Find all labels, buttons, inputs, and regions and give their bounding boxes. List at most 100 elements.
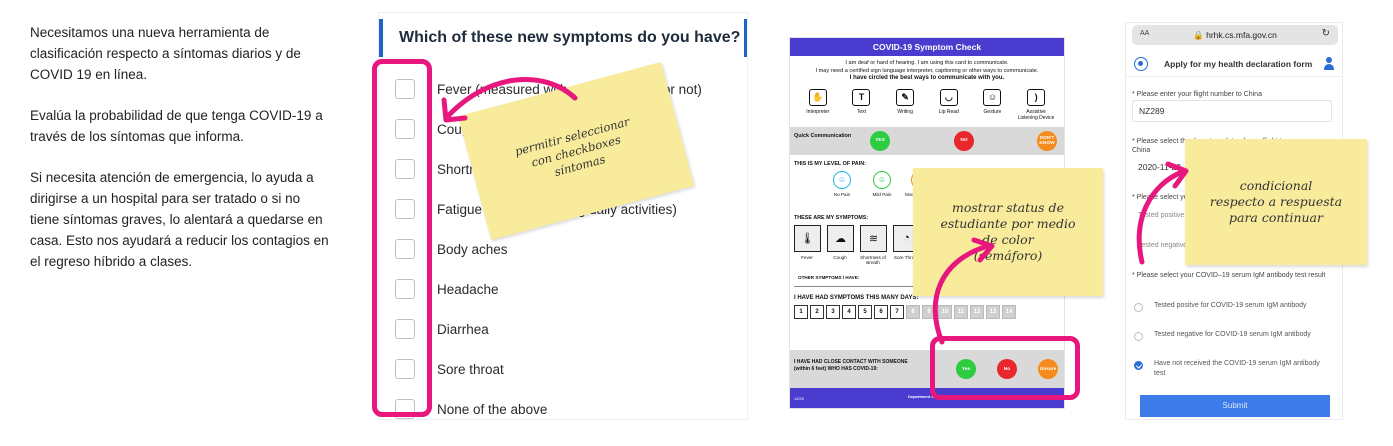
reload-icon[interactable]: ↻ [1322, 28, 1330, 39]
symptom-option-label: None of the above [437, 401, 548, 417]
comm-option-assistive-listening[interactable]: ) Assistive Listening Device [1017, 88, 1055, 121]
day-box[interactable]: 8 [906, 304, 920, 319]
card-intro-line: I may need a certified sign language int… [815, 67, 1039, 74]
checkbox-column-highlight [372, 59, 432, 417]
pain-level-label: Mild Pain [872, 191, 892, 197]
sticky-note-line: mostrar status de [952, 200, 1064, 215]
day-box[interactable]: 1 [794, 304, 808, 319]
card-intro: I am deaf or hard of hearing. I am using… [790, 60, 1064, 83]
title-accent-bar [744, 19, 747, 57]
day-box[interactable]: 3 [826, 304, 840, 319]
card-title: COVID-19 Symptom Check [790, 38, 1064, 56]
interpreter-icon: ✋ [808, 88, 827, 106]
comm-option-label: Interpreter [806, 108, 830, 115]
day-box[interactable]: 2 [810, 304, 824, 319]
comm-option-label: Lip Read [938, 108, 959, 115]
radio-button[interactable] [1134, 303, 1143, 312]
communication-options: ✋ Interpreter T Text ✎ Writing ◡ Lip Read ☺ G… [790, 88, 1064, 121]
radio-label: Have not received the COVID-19 serum IgM… [1154, 360, 1320, 377]
quick-communication-row: Quick Communication YES NO DON'T KNOW [790, 126, 1064, 155]
radio-button-selected[interactable] [1134, 361, 1143, 370]
sticky-note-conditional: condicional respecto a respuesta para co… [1185, 139, 1367, 265]
close-contact-label: I HAVE HAD CLOSE CONTACT WITH SOMEONE (w… [794, 359, 908, 372]
radio-button[interactable] [1134, 332, 1143, 341]
symptom-option-sore-throat[interactable]: Sore throat [395, 349, 745, 389]
day-box[interactable]: 10 [938, 304, 952, 319]
card-intro-line: I have circled the best ways to communic… [849, 75, 1005, 81]
sticky-note-line: de color [982, 232, 1034, 247]
symptom-icon-label: Cough [833, 254, 847, 260]
mild-pain-face-icon[interactable]: ☺ [873, 170, 891, 189]
comm-option-label: Writing [897, 108, 913, 115]
emblem-logo-icon [1134, 57, 1148, 71]
card-footer-code: 12/20 [794, 396, 805, 401]
description-paragraph: Necesitamos una nueva herramienta de cla… [30, 25, 301, 82]
symptom-icon-label: Fever [801, 254, 813, 260]
day-box[interactable]: 12 [970, 304, 984, 319]
sticky-note-line: para continuar [1229, 210, 1323, 225]
day-box[interactable]: 9 [922, 304, 936, 319]
day-box[interactable]: 13 [986, 304, 1000, 319]
intro-description: Necesitamos una nueva herramienta de cla… [30, 22, 330, 292]
assistive-listening-icon: ) [1027, 88, 1046, 106]
flight-number-input[interactable]: NZ289 [1132, 100, 1332, 122]
url-text: 🔒 hrhk.cs.mfa.gov.cn [1132, 30, 1338, 41]
lip-read-icon: ◡ [939, 88, 958, 106]
comm-option-gesture[interactable]: ☺ Gesture [973, 88, 1011, 121]
lock-icon: 🔒 [1193, 30, 1204, 40]
quick-dont-know-button[interactable]: DON'T KNOW [1037, 130, 1057, 151]
description-paragraph: Evalúa la probabilidad de que tenga COVI… [30, 108, 323, 144]
pain-level-label: No Pain [833, 191, 851, 197]
symptom-option-none[interactable]: None of the above [395, 389, 745, 419]
gesture-icon: ☺ [983, 88, 1002, 106]
radio-label: Tested positve for COVID-19 serum IgM an… [1154, 302, 1307, 309]
cough-icon[interactable]: ☁ [827, 224, 854, 252]
day-box[interactable]: 11 [954, 304, 968, 319]
sticky-note-traffic-light: mostrar status de estudiante por medio d… [913, 168, 1103, 296]
no-pain-face-icon[interactable]: ☺ [833, 170, 851, 189]
form-header: Apply for my health declaration form [1126, 51, 1342, 77]
flight-label: * Please enter your flight number to Chi… [1132, 91, 1262, 98]
day-box[interactable]: 4 [842, 304, 856, 319]
quick-communication-label: Quick Communication [794, 132, 852, 139]
symptom-option-diarrhea[interactable]: Diarrhea [395, 309, 745, 349]
comm-option-interpreter[interactable]: ✋ Interpreter [799, 88, 837, 121]
radio-label: Tested negative for COVID-19 serum IgM a… [1154, 331, 1311, 338]
sticky-note-line: estudiante por medio [940, 216, 1076, 231]
description-paragraph: Si necesita atención de emergencia, lo a… [30, 170, 329, 269]
comm-option-writing[interactable]: ✎ Writing [886, 88, 924, 121]
sticky-note-line: (semáforo) [973, 248, 1043, 263]
day-box[interactable]: 14 [1002, 304, 1016, 319]
text-icon: T [852, 88, 871, 106]
symptom-option-label: Headache [437, 281, 499, 297]
comm-option-label: Text [856, 108, 867, 115]
quick-yes-button[interactable]: YES [870, 130, 890, 151]
writing-icon: ✎ [896, 88, 915, 106]
shortness-of-breath-icon[interactable]: ≋ [860, 224, 887, 252]
form-title: Apply for my health declaration form [1164, 59, 1313, 69]
symptom-option-label: Body aches [437, 241, 508, 257]
fever-icon[interactable]: 🌡 [794, 224, 821, 252]
card-intro-line: I am deaf or hard of hearing. I am using… [845, 60, 1009, 66]
browser-address-bar[interactable]: AA 🔒 hrhk.cs.mfa.gov.cn ↻ [1132, 25, 1338, 45]
symptom-question-title: Which of these new symptoms do you have? [379, 19, 747, 57]
symptom-option-body-aches[interactable]: Body aches [395, 229, 745, 269]
day-box[interactable]: 5 [858, 304, 872, 319]
traffic-light-highlight [930, 336, 1080, 400]
submit-button[interactable]: Submit [1140, 395, 1330, 417]
quick-no-button[interactable]: NO [954, 130, 974, 151]
sticky-note-line: respecto a respuesta [1209, 194, 1343, 209]
comm-option-label: Gesture [983, 108, 1002, 115]
user-icon[interactable] [1324, 57, 1334, 71]
sticky-note-line: condicional [1239, 178, 1313, 193]
day-box[interactable]: 7 [890, 304, 904, 319]
comm-option-lip-read[interactable]: ◡ Lip Read [930, 88, 968, 121]
symptom-option-label: Diarrhea [437, 321, 489, 337]
comm-option-label: Assistive Listening Device [1017, 108, 1055, 121]
symptom-icon-label: Shortness of Breath [860, 254, 886, 266]
comm-option-text[interactable]: T Text [842, 88, 880, 121]
symptom-option-label: Sore throat [437, 361, 504, 377]
url-value: hrhk.cs.mfa.gov.cn [1206, 30, 1277, 40]
day-box[interactable]: 6 [874, 304, 888, 319]
symptom-option-headache[interactable]: Headache [395, 269, 745, 309]
